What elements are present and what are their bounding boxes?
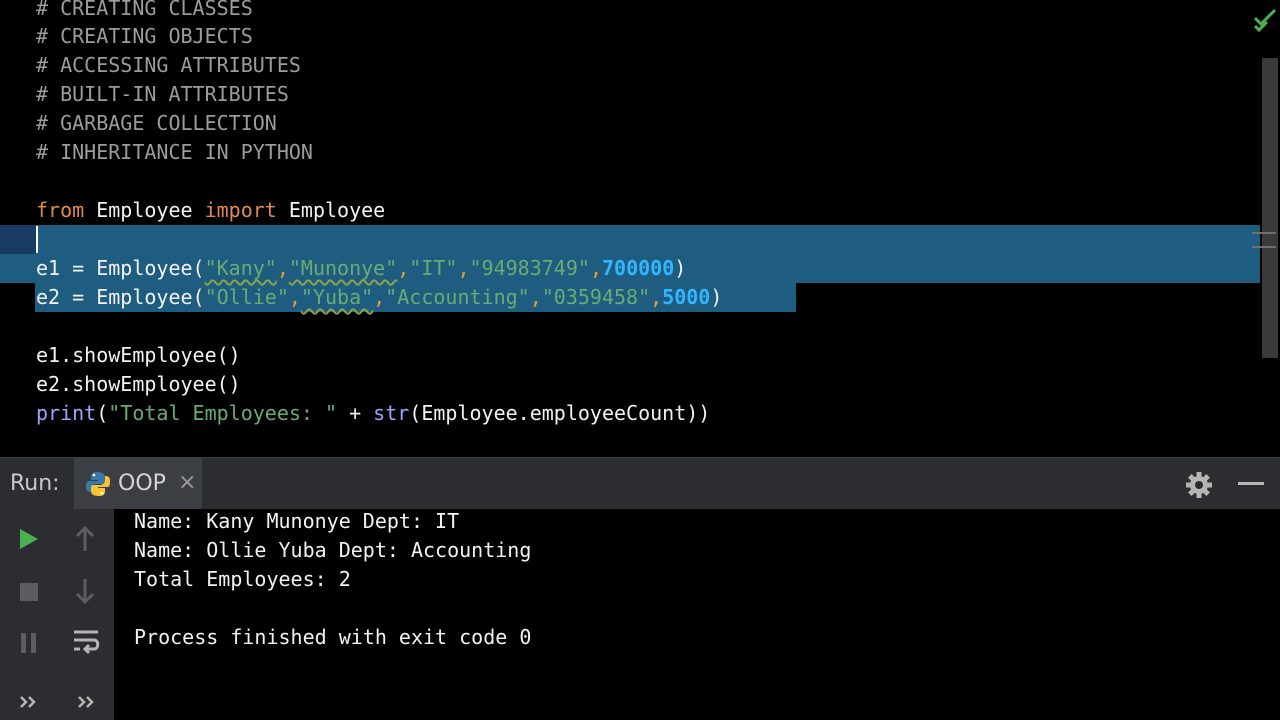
minimize-icon[interactable] — [1238, 482, 1264, 485]
e1-arg-3: "IT" — [409, 256, 458, 280]
print-string: "Total Employees: " — [108, 401, 338, 425]
code-print-line: print("Total Employees: " + str(Employee… — [36, 399, 710, 428]
close-icon[interactable]: × — [178, 470, 196, 495]
code-show1-line: e1.showEmployee() — [36, 343, 241, 367]
code-editor[interactable]: # CREATING CLASSES # CREATING OBJECTS # … — [0, 0, 1280, 457]
print-rest: (Employee.employeeCount)) — [409, 401, 711, 425]
arg-separator: , — [589, 256, 602, 280]
arg-separator: , — [373, 285, 386, 309]
pause-icon[interactable] — [18, 631, 40, 655]
console-line: Process finished with exit code 0 — [134, 625, 532, 649]
run-tab-label: OOP — [118, 471, 166, 496]
arg-separator: , — [276, 256, 289, 280]
code-comment-line: # GARBAGE COLLECTION — [36, 111, 277, 135]
print-open: ( — [96, 401, 109, 425]
code-e1-line: e1 = Employee("Kany","Munonye","IT","949… — [36, 254, 686, 283]
code-comment-line: # CREATING OBJECTS — [36, 24, 253, 48]
editor-scrollbar[interactable] — [1262, 58, 1278, 358]
imported-name: Employee — [276, 198, 386, 222]
expand-right-icon[interactable] — [76, 693, 98, 711]
run-label: Run: — [10, 471, 60, 496]
code-comment-line: # ACCESSING ATTRIBUTES — [36, 53, 301, 77]
e1-arg-1: "Kany" — [204, 256, 277, 280]
print-plus: + — [337, 401, 374, 425]
builtin-print: print — [36, 401, 97, 425]
python-icon — [86, 472, 110, 496]
scrollbar-marker — [1252, 246, 1276, 248]
run-tab-oop[interactable]: OOP × — [74, 458, 202, 510]
console-line: Name: Ollie Yuba Dept: Accounting — [134, 538, 532, 562]
e2-suffix: ) — [710, 285, 723, 309]
keyword-from: from — [36, 198, 85, 222]
current-line-gutter — [0, 225, 36, 254]
code-e2-line: e2 = Employee("Ollie","Yuba","Accounting… — [36, 283, 722, 312]
scrollbar-marker — [1252, 232, 1276, 234]
arg-separator: , — [529, 285, 542, 309]
keyword-import: import — [204, 198, 277, 222]
soft-wrap-icon[interactable] — [72, 627, 100, 657]
e2-arg-4: "0359458" — [541, 285, 651, 309]
run-console-output[interactable]: Name: Kany Munonye Dept: IT Name: Ollie … — [114, 509, 1280, 720]
e1-prefix: e1 = Employee( — [36, 256, 205, 280]
expand-left-icon[interactable] — [18, 693, 40, 711]
e2-arg-3: "Accounting" — [385, 285, 530, 309]
arg-separator: , — [457, 256, 470, 280]
run-panel-header: Run: OOP × — [0, 457, 1280, 510]
e2-prefix: e2 = Employee( — [36, 285, 205, 309]
e2-arg-2: "Yuba" — [300, 285, 374, 309]
console-line: Total Employees: 2 — [134, 567, 351, 591]
play-icon[interactable] — [18, 527, 40, 551]
e1-suffix: ) — [674, 256, 687, 280]
arrow-up-icon[interactable] — [74, 525, 96, 553]
check-icon[interactable] — [1252, 6, 1278, 32]
e1-arg-4: "94983749" — [469, 256, 590, 280]
console-line: Name: Kany Munonye Dept: IT — [134, 509, 460, 533]
arg-separator: , — [650, 285, 663, 309]
arg-separator: , — [397, 256, 410, 280]
text-caret — [36, 226, 38, 253]
e1-arg-2: "Munonye" — [288, 256, 398, 280]
e2-arg-1: "Ollie" — [204, 285, 289, 309]
run-toolbar — [0, 509, 114, 720]
arrow-down-icon[interactable] — [74, 577, 96, 605]
code-comment-line: # BUILT-IN ATTRIBUTES — [36, 82, 289, 106]
code-show2-line: e2.showEmployee() — [36, 372, 241, 396]
builtin-str: str — [373, 401, 410, 425]
e2-arg-salary: 5000 — [662, 285, 711, 309]
code-comment-line: # INHERITANCE IN PYTHON — [36, 140, 313, 164]
code-import-line: from Employee import Employee — [36, 196, 385, 225]
e1-arg-salary: 700000 — [601, 256, 675, 280]
arg-separator: , — [288, 285, 301, 309]
code-comment-line: # CREATING CLASSES — [36, 0, 253, 20]
stop-icon[interactable] — [18, 581, 40, 603]
module-name: Employee — [84, 198, 205, 222]
gear-icon[interactable] — [1184, 470, 1214, 500]
